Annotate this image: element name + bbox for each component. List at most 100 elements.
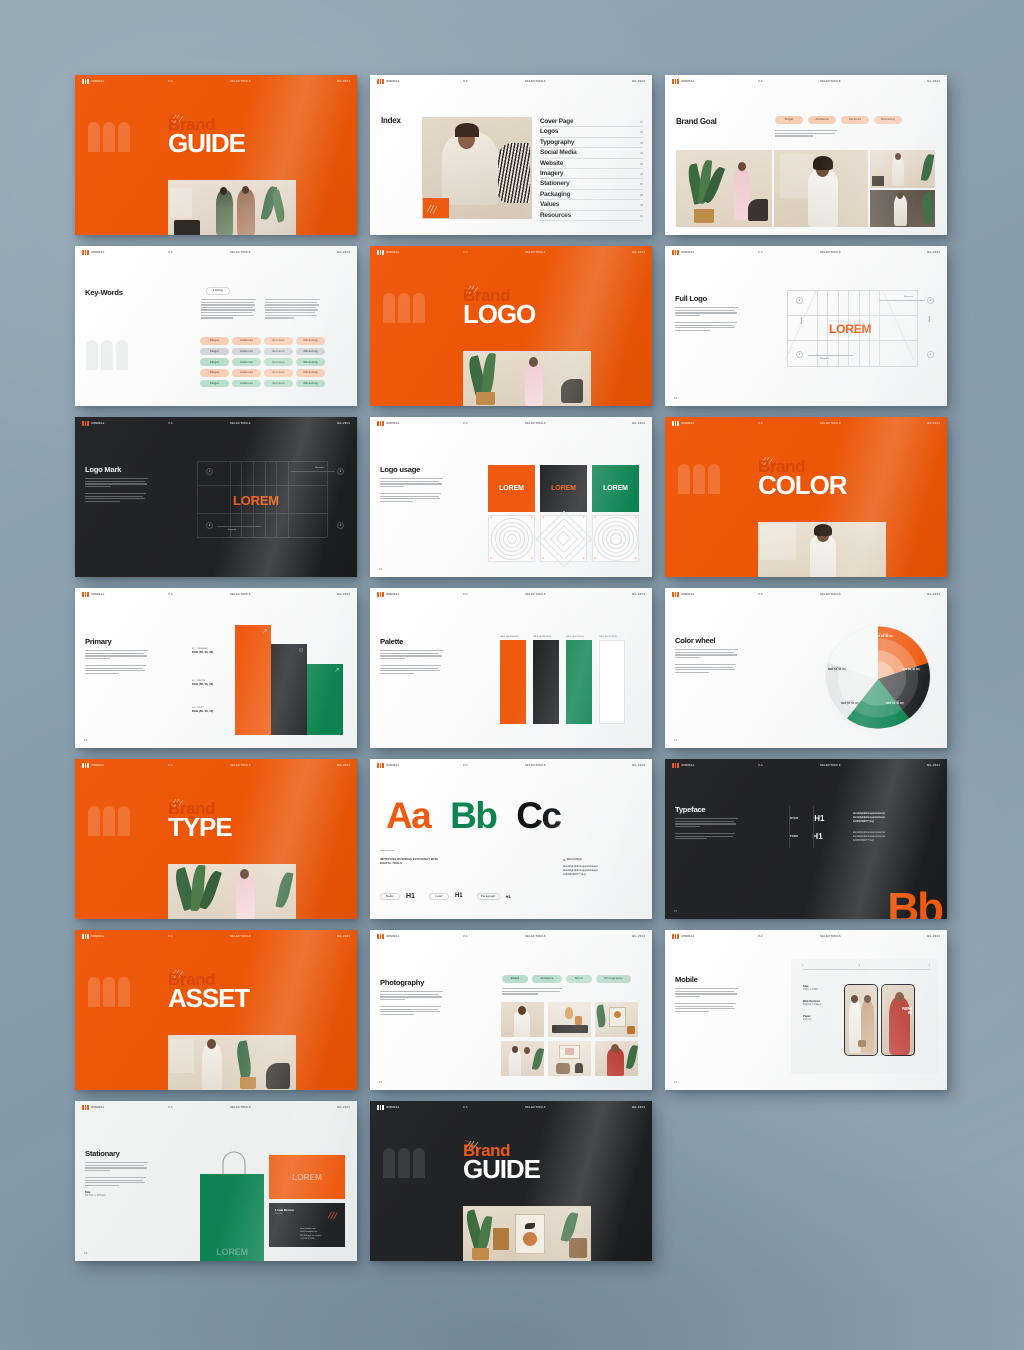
- tag-item[interactable]: Audience: [232, 379, 261, 388]
- brand-name: MINIMAL: [386, 251, 400, 254]
- index-page: 04: [640, 152, 643, 156]
- slide-stationary[interactable]: MINIMAL V-1 SELECTION-6 BG-2024 Stationa…: [75, 1101, 357, 1261]
- tag-item[interactable]: Marketing: [296, 369, 325, 377]
- typeface-row-work: WORK H1: [789, 832, 823, 841]
- header-version: V-1: [168, 764, 173, 767]
- slide-alphabet[interactable]: MINIMAL V-1 SELECTION-6 BG-2024 Aa Bb Cc…: [370, 759, 652, 919]
- slide-full-logo[interactable]: MINIMAL V-1 SELECTION-6 BG-2024 Full Log…: [665, 246, 947, 406]
- tag-audience[interactable]: Audience: [808, 116, 836, 124]
- tag-item[interactable]: Services: [264, 358, 293, 366]
- list-item[interactable]: Imagery 06: [540, 169, 643, 180]
- slide-logo-usage[interactable]: MINIMAL V-1 SELECTION-6 BG-2024 Logo usa…: [370, 417, 652, 577]
- list-item[interactable]: Packaging 08: [540, 190, 643, 201]
- list-item[interactable]: Cover Page 01: [540, 117, 643, 128]
- palette-swatch[interactable]: HEX (#0C8350): [566, 636, 592, 724]
- header-code: BG-2024: [632, 593, 645, 596]
- hex-label: HEX (#222326): [533, 636, 551, 638]
- logo-bars-icon: [82, 934, 89, 939]
- tag-item[interactable]: Marketing: [296, 347, 325, 356]
- slide-logo-mark[interactable]: MINIMAL V-1 SELECTION-6 BG-2024 Logo Mar…: [75, 417, 357, 577]
- list-item[interactable]: Stationery 07: [540, 179, 643, 190]
- slide-color-wheel[interactable]: MINIMAL V-1 SELECTION-6 BG-2024 Color wh…: [665, 588, 947, 748]
- tag-item[interactable]: Services: [264, 337, 293, 345]
- corner-mark: X: [542, 558, 544, 560]
- corner-mark: X: [594, 558, 596, 560]
- slide-typeface[interactable]: MINIMAL V-1 SELECTION-6 BG-2024 Typeface…: [665, 759, 947, 919]
- header-version: V-1: [463, 935, 468, 938]
- gallery-photo: [548, 1041, 591, 1076]
- tag-item[interactable]: Audience: [232, 369, 261, 377]
- tag-item[interactable]: Target: [200, 369, 229, 377]
- tag-item[interactable]: Target: [200, 358, 229, 366]
- slide-mobile[interactable]: MINIMAL V-1 SELECTION-6 BG-2024 Mobile 1…: [665, 930, 947, 1090]
- tag-item[interactable]: Target: [200, 337, 229, 345]
- list-item[interactable]: Logos 02: [540, 127, 643, 138]
- tag-item[interactable]: Marketing: [296, 358, 325, 366]
- logo-swatch-dark[interactable]: LOREM: [540, 465, 587, 512]
- tag-item[interactable]: Marketing: [296, 379, 325, 388]
- tag-item[interactable]: Audience: [232, 337, 261, 345]
- logo-bars-icon: [377, 1105, 384, 1110]
- list-item[interactable]: Website 05: [540, 159, 643, 169]
- slide-primary[interactable]: MINIMAL V-1 SELECTION-6 BG-2024 Primary …: [75, 588, 357, 748]
- slide-cover-guide-dark[interactable]: MINIMAL V-1 SELECTION-6 BG-2024 Brand GU…: [370, 1101, 652, 1261]
- big-glyph: Bb: [887, 884, 944, 920]
- logo-swatch-green[interactable]: LOREM: [592, 465, 639, 512]
- listing-chip[interactable]: Listing: [206, 287, 230, 295]
- tag-item[interactable]: Services: [264, 369, 293, 377]
- corner-mark: X: [490, 558, 492, 560]
- tag-item[interactable]: Marketing: [296, 337, 325, 345]
- slide-cover-logo[interactable]: MINIMAL V-1 SELECTION-6 BG-2024 Brand LO…: [370, 246, 652, 406]
- size-chip[interactable]: Lead: [428, 892, 449, 900]
- slide-key-words[interactable]: MINIMAL V-1 SELECTION-6 BG-2024 Key-Word…: [75, 246, 357, 406]
- palette-swatch[interactable]: HEX (#EE5A10): [500, 636, 526, 724]
- slide-cover-color[interactable]: MINIMAL V-1 SELECTION-6 BG-2024 Brand CO…: [665, 417, 947, 577]
- tag-photography[interactable]: Photography: [596, 975, 631, 983]
- tag-audience[interactable]: Audience: [532, 975, 562, 983]
- index-page: 01: [640, 121, 643, 125]
- tag-mood[interactable]: Mood: [566, 975, 592, 983]
- list-item[interactable]: Resources 10: [540, 211, 643, 221]
- slide-cover-type[interactable]: MINIMAL V-1 SELECTION-6 BG-2024 Brand TY…: [75, 759, 357, 919]
- tag-brand[interactable]: Brand: [502, 975, 528, 983]
- header-version: V-1: [758, 593, 763, 596]
- index-label: Website: [540, 159, 564, 167]
- slide-photography[interactable]: MINIMAL V-1 SELECTION-6 BG-2024 Photogra…: [370, 930, 652, 1090]
- size-chip[interactable]: Paragraph: [476, 892, 500, 900]
- slide-brand-goal[interactable]: MINIMAL V-1 SELECTION-6 BG-2024 Brand Go…: [665, 75, 947, 235]
- tag-services[interactable]: Services: [841, 116, 869, 124]
- tag-marketing[interactable]: Marketing: [874, 116, 902, 124]
- index-page: 07: [640, 183, 643, 187]
- phone-mockup-left[interactable]: [844, 984, 878, 1056]
- list-item[interactable]: Social Media 04: [540, 148, 643, 159]
- tag-item[interactable]: Services: [264, 379, 293, 388]
- measure-label-bottom: Baseline: [819, 357, 830, 360]
- tag-item[interactable]: Target: [200, 347, 229, 356]
- slide-header: MINIMAL V-1 SELECTION-6 BG-2024: [665, 75, 947, 88]
- header-code: BG-2024: [337, 80, 350, 83]
- tag-target[interactable]: Target: [775, 116, 803, 124]
- gallery-photo: [501, 1002, 544, 1037]
- brand-logo: MINIMAL: [82, 763, 105, 768]
- tag-item[interactable]: Services: [264, 347, 293, 356]
- tag-item[interactable]: Audience: [232, 347, 261, 356]
- size-chip[interactable]: Name: [380, 892, 400, 900]
- logo-swatch-orange[interactable]: LOREM: [488, 465, 535, 512]
- slide-palette[interactable]: MINIMAL V-1 SELECTION-6 BG-2024 Palette …: [370, 588, 652, 748]
- slide-cover-asset[interactable]: MINIMAL V-1 SELECTION-6 BG-2024 Brand AS…: [75, 930, 357, 1090]
- tag-row: Target Audience Services Marketing: [200, 337, 325, 345]
- mark-logo-icon: [88, 122, 130, 152]
- family-sample: H1: [814, 814, 825, 823]
- header-selection: SELECTION-6: [230, 1106, 251, 1109]
- list-item[interactable]: Values 09: [540, 200, 643, 211]
- phone-mockup-right[interactable]: NEW IN: [881, 984, 915, 1056]
- palette-swatch[interactable]: HEX (#222326): [533, 636, 559, 724]
- cover-photo: [463, 351, 591, 406]
- palette-swatch[interactable]: HEX (#FFFFFF): [599, 636, 625, 724]
- tag-item[interactable]: Target: [200, 379, 229, 388]
- list-item[interactable]: Typography 03: [540, 138, 643, 149]
- goal-description: [775, 130, 837, 138]
- tag-item[interactable]: Audience: [232, 358, 261, 366]
- slide-cover-guide[interactable]: MINIMAL V-1 SELECTION-6 BG-2024 Brand GU…: [75, 75, 357, 235]
- slide-index[interactable]: MINIMAL V-1 SELECTION-6 BG-2024 Index Co…: [370, 75, 652, 235]
